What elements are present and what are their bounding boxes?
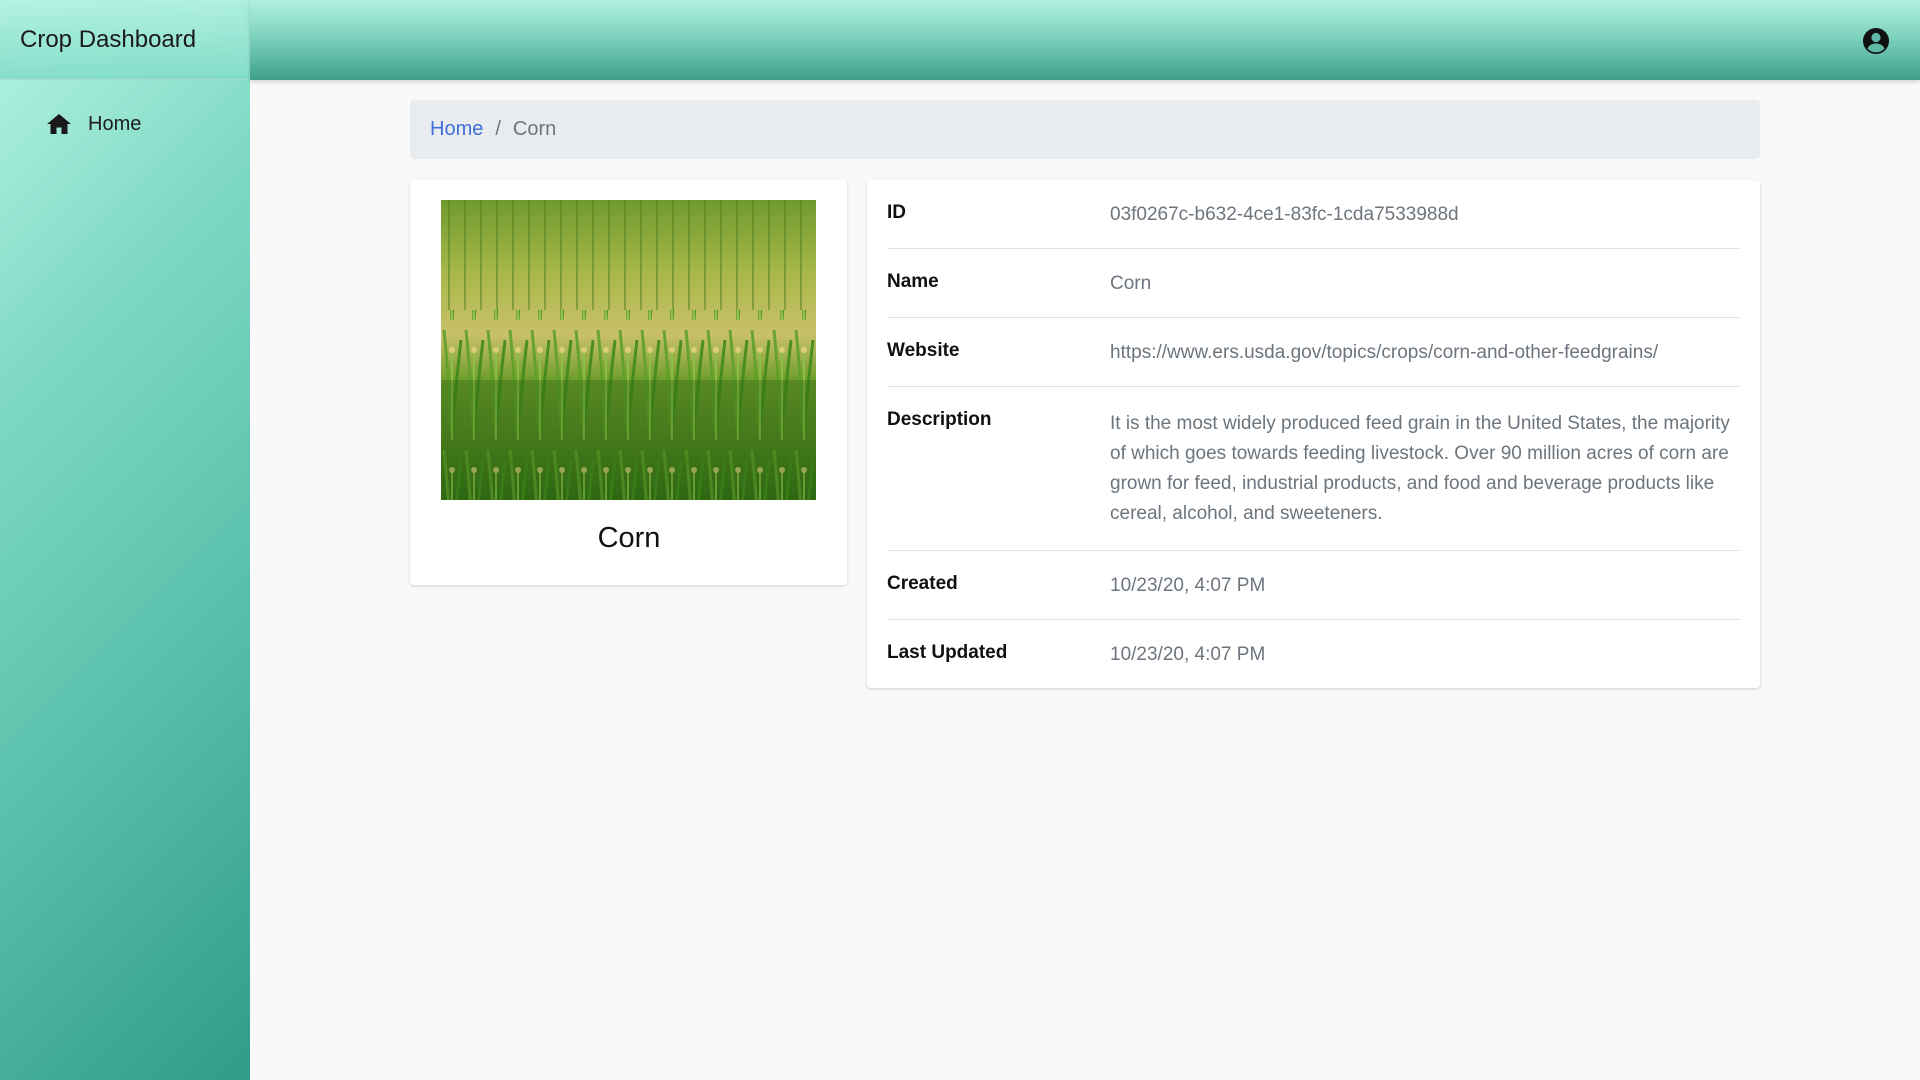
- corn-field-image: [441, 200, 816, 500]
- detail-row-id: ID 03f0267c-b632-4ce1-83fc-1cda7533988d: [887, 180, 1740, 249]
- detail-row-website: Website https://www.ers.usda.gov/topics/…: [887, 318, 1740, 387]
- detail-row-name: Name Corn: [887, 249, 1740, 318]
- created-value: 10/23/20, 4:07 PM: [1110, 575, 1266, 596]
- sidebar-item-label: Home: [88, 112, 142, 135]
- crop-details-card: ID 03f0267c-b632-4ce1-83fc-1cda7533988d …: [867, 180, 1760, 688]
- main-content: Home / Corn Corn ID 03f0267c-b632-4ce1-8…: [410, 100, 1760, 688]
- id-value: 03f0267c-b632-4ce1-83fc-1cda7533988d: [1110, 204, 1459, 225]
- crop-title: Corn: [597, 522, 661, 554]
- app-title: Crop Dashboard: [0, 0, 250, 80]
- top-bar: [250, 0, 1920, 80]
- sidebar: Crop Dashboard Home: [0, 0, 250, 1080]
- created-label: Created: [887, 573, 958, 594]
- breadcrumb: Home / Corn: [410, 100, 1760, 159]
- name-value: Corn: [1110, 273, 1152, 294]
- detail-row-last-updated: Last Updated 10/23/20, 4:07 PM: [887, 620, 1740, 688]
- sidebar-nav: Home: [0, 80, 250, 144]
- website-label: Website: [887, 340, 960, 361]
- last-updated-value: 10/23/20, 4:07 PM: [1110, 644, 1266, 665]
- detail-row-created: Created 10/23/20, 4:07 PM: [887, 551, 1740, 620]
- crop-image-card: Corn: [410, 180, 847, 585]
- description-value: It is the most widely produced feed grai…: [1110, 413, 1730, 524]
- id-label: ID: [887, 202, 906, 223]
- home-icon: [46, 112, 74, 136]
- crop-detail-row: Corn ID 03f0267c-b632-4ce1-83fc-1cda7533…: [410, 180, 1760, 688]
- breadcrumb-home-link[interactable]: Home: [430, 118, 483, 141]
- account-circle-icon[interactable]: [1862, 27, 1890, 55]
- sidebar-item-home[interactable]: Home: [0, 104, 250, 144]
- name-label: Name: [887, 271, 939, 292]
- description-label: Description: [887, 409, 992, 430]
- website-value: https://www.ers.usda.gov/topics/crops/co…: [1110, 342, 1659, 363]
- breadcrumb-current: Corn: [512, 118, 557, 140]
- breadcrumb-separator: /: [495, 118, 501, 140]
- detail-row-description: Description It is the most widely produc…: [887, 387, 1740, 551]
- last-updated-label: Last Updated: [887, 642, 1008, 663]
